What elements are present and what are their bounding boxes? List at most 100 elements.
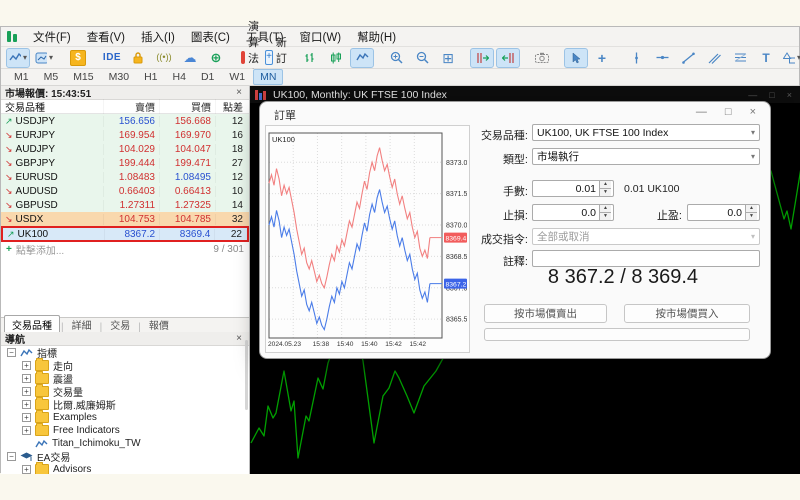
lock-button[interactable] (126, 48, 150, 68)
take-profit-stepper[interactable]: 0.0 ▲ ▼ (687, 204, 760, 221)
timeframe-m30[interactable]: M30 (102, 69, 136, 85)
collapse-icon[interactable]: − (7, 452, 16, 461)
bar-chart-type-button[interactable] (298, 48, 322, 68)
timeframe-m1[interactable]: M1 (7, 69, 36, 85)
timeframe-m5[interactable]: M5 (37, 69, 66, 85)
auto-scroll-button[interactable] (496, 47, 520, 68)
navigator-scrollbar[interactable] (245, 340, 248, 410)
new-chart-button[interactable]: ▾ (6, 47, 30, 68)
shapes-button[interactable]: ▾ (780, 48, 800, 68)
spinner-buttons[interactable]: ▲ ▼ (745, 205, 757, 220)
table-row-audusd[interactable]: ↘ AUDUSD 0.66403 0.66413 10 (1, 184, 249, 198)
comment-input[interactable] (532, 250, 760, 267)
menu-item-5[interactable]: 窗口(W) (292, 29, 350, 45)
expand-icon[interactable]: + (22, 400, 31, 409)
trendline-button[interactable] (676, 48, 700, 68)
expand-icon[interactable]: + (22, 413, 31, 422)
tab-details[interactable]: 詳細 (65, 316, 99, 333)
minimize-icon[interactable]: — (748, 90, 757, 100)
menu-item-1[interactable]: 查看(V) (79, 29, 133, 45)
stop-loss-stepper[interactable]: 0.0 ▲ ▼ (532, 204, 614, 221)
zoom-in-button[interactable] (384, 48, 408, 68)
timeframe-h1[interactable]: H1 (137, 69, 164, 85)
table-row-audjpy[interactable]: ↘ AUDJPY 104.029 104.047 18 (1, 142, 249, 156)
spinner-buttons[interactable]: ▲ ▼ (599, 205, 611, 220)
table-row-eurusd[interactable]: ↘ EURUSD 1.08483 1.08495 12 (1, 170, 249, 184)
profiles-button[interactable]: ▾ (32, 48, 56, 68)
fibonacci-button[interactable] (728, 48, 752, 68)
tab-symbols[interactable]: 交易品種 (4, 315, 60, 333)
timeframe-w1[interactable]: W1 (222, 69, 252, 85)
spin-up-icon[interactable]: ▲ (600, 205, 611, 212)
cloud-button[interactable]: ☁ (178, 48, 202, 68)
maximize-icon[interactable]: □ (725, 106, 732, 118)
expand-icon[interactable]: + (22, 465, 31, 474)
expand-icon[interactable]: + (22, 387, 31, 396)
screenshot-button[interactable] (530, 48, 554, 68)
close-icon[interactable]: × (233, 333, 245, 344)
spin-down-icon[interactable]: ▼ (600, 188, 611, 196)
minimize-icon[interactable]: — (696, 106, 707, 118)
close-icon[interactable]: × (787, 90, 792, 100)
algo-trading-button[interactable]: 演算法交易 (238, 21, 262, 97)
text-tool-button[interactable]: T (754, 48, 778, 68)
tile-windows-button[interactable]: ⊞ (436, 48, 460, 68)
collapse-icon[interactable]: − (7, 348, 16, 357)
menu-item-0[interactable]: 文件(F) (25, 29, 79, 45)
spin-up-icon[interactable]: ▲ (746, 205, 757, 212)
ask-cell: 156.668 (159, 115, 215, 127)
spinner-buttons[interactable]: ▲ ▼ (599, 181, 611, 196)
maximize-icon[interactable]: □ (769, 90, 774, 100)
chart-shift-button[interactable] (470, 47, 494, 68)
list-item-free-indicators[interactable]: + Free Indicators (1, 423, 249, 437)
table-row-gbpusd[interactable]: ↘ GBPUSD 1.27311 1.27325 14 (1, 198, 249, 212)
column-header-symbol[interactable]: 交易品種 (1, 99, 103, 114)
column-header-spread[interactable]: 點差 (215, 99, 248, 114)
menu-item-2[interactable]: 插入(I) (133, 29, 183, 45)
list-item-advisors[interactable]: + Advisors (1, 462, 249, 474)
column-header-bid[interactable]: 賣價 (103, 99, 159, 114)
crosshair-button[interactable]: + (590, 48, 614, 68)
column-header-ask[interactable]: 買價 (159, 99, 215, 114)
close-icon[interactable]: × (750, 106, 756, 118)
table-row-uk100[interactable]: ↗ UK100 8367.2 8369.4 22 (1, 226, 249, 242)
spin-down-icon[interactable]: ▼ (746, 212, 757, 220)
buy-button[interactable]: 按市場價買入 (624, 304, 750, 323)
table-row-usdjpy[interactable]: ↗ USDJPY 156.656 156.668 12 (1, 114, 249, 128)
order-type-select[interactable]: 市場執行 ▾ (532, 148, 760, 165)
folder-icon (35, 384, 49, 397)
timeframe-m15[interactable]: M15 (66, 69, 100, 85)
line-chart-type-button[interactable] (350, 47, 374, 68)
menu-item-3[interactable]: 圖表(C) (183, 29, 238, 45)
table-row-gbpjpy[interactable]: ↘ GBPJPY 199.444 199.471 27 (1, 156, 249, 170)
cursor-button[interactable] (564, 47, 588, 68)
timeframe-h4[interactable]: H4 (166, 69, 193, 85)
menu-item-6[interactable]: 幫助(H) (349, 29, 404, 45)
market-watch-toggle-button[interactable]: $ (66, 48, 90, 68)
zoom-out-button[interactable] (410, 48, 434, 68)
signals-button[interactable]: ((•)) (152, 48, 176, 68)
spin-down-icon[interactable]: ▼ (600, 212, 611, 220)
horizontal-line-button[interactable] (650, 48, 674, 68)
ide-button[interactable]: IDE (100, 48, 124, 68)
expand-icon[interactable]: + (22, 361, 31, 370)
volume-stepper[interactable]: 0.01 ▲ ▼ (532, 180, 614, 197)
symbol-select[interactable]: UK100, UK FTSE 100 Index ▾ (532, 124, 760, 141)
sell-button[interactable]: 按市場價賣出 (484, 304, 607, 323)
candle-chart-type-button[interactable] (324, 48, 348, 68)
timeframe-mn[interactable]: MN (253, 69, 284, 85)
channel-button[interactable] (702, 48, 726, 68)
close-icon[interactable]: × (233, 87, 245, 98)
tab-quotes[interactable]: 報價 (142, 316, 176, 333)
add-symbol-row[interactable]: + 點擊添加... 9 / 301 (1, 242, 249, 257)
vertical-line-button[interactable] (624, 48, 648, 68)
table-row-usdx[interactable]: ↘ USDX 104.753 104.785 32 (1, 212, 249, 226)
community-button[interactable]: ⊕ (204, 48, 228, 68)
timeframe-d1[interactable]: D1 (194, 69, 221, 85)
spin-up-icon[interactable]: ▲ (600, 181, 611, 188)
expand-icon[interactable]: + (22, 374, 31, 383)
table-row-eurjpy[interactable]: ↘ EURJPY 169.954 169.970 16 (1, 128, 249, 142)
new-order-button[interactable]: + 新訂單 (264, 37, 288, 81)
expand-icon[interactable]: + (22, 426, 31, 435)
tab-trade[interactable]: 交易 (103, 316, 137, 333)
